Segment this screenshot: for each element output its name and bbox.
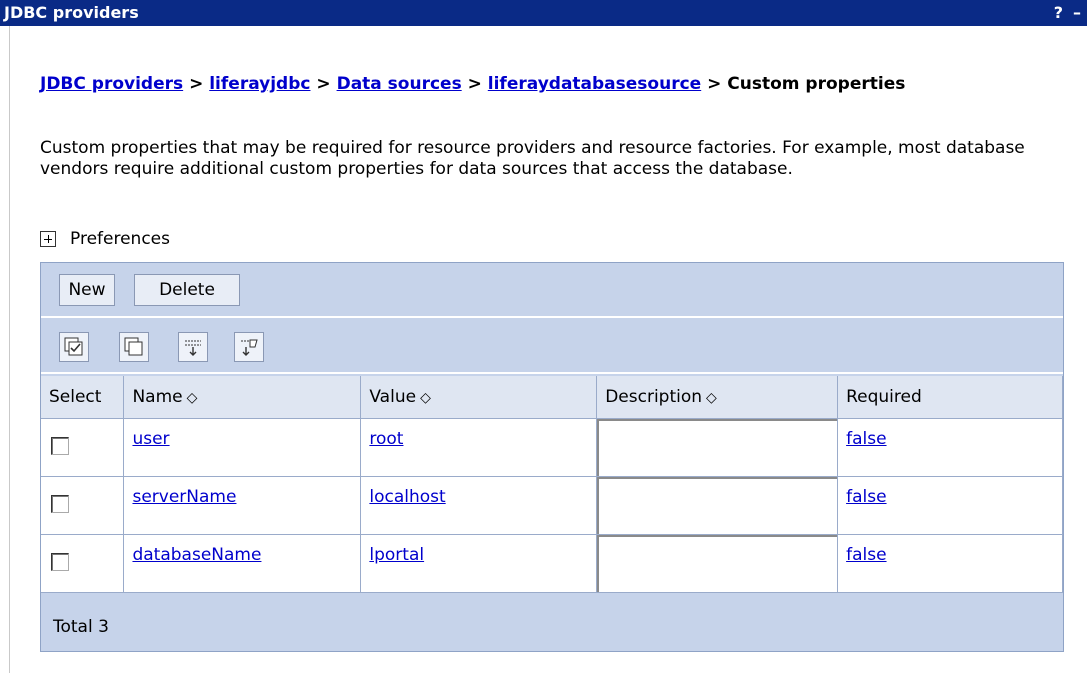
breadcrumb-separator: > xyxy=(316,74,331,94)
page-description: Custom properties that may be required f… xyxy=(40,138,1025,179)
column-header-value-label: Value xyxy=(369,386,417,407)
column-header-select-label: Select xyxy=(49,386,102,407)
breadcrumb-link-liferayjdbc[interactable]: liferayjdbc xyxy=(209,74,310,94)
name-cell: user xyxy=(123,418,362,477)
deselect-all-icon[interactable] xyxy=(119,332,149,362)
icon-toolbar xyxy=(41,320,1063,374)
new-button[interactable]: New xyxy=(59,274,115,306)
clear-filter-icon[interactable] xyxy=(234,332,264,362)
properties-table: Select Name ◇ Value ◇ Description ◇ Require… xyxy=(41,376,1063,593)
breadcrumb-separator: > xyxy=(467,74,482,94)
preferences-label: Preferences xyxy=(70,229,170,249)
sort-icon[interactable]: ◇ xyxy=(420,390,431,406)
property-name-link[interactable]: serverName xyxy=(132,487,236,507)
delete-button[interactable]: Delete xyxy=(134,274,240,306)
sort-icon[interactable]: ◇ xyxy=(706,390,717,406)
column-header-name-label: Name xyxy=(132,386,183,407)
property-value-link[interactable]: localhost xyxy=(369,487,445,507)
help-icon[interactable]: ? xyxy=(1054,0,1063,26)
column-header-required-label: Required xyxy=(846,386,922,407)
select-cell xyxy=(41,476,125,535)
property-required-link[interactable]: false xyxy=(846,487,886,507)
window-title: JDBC providers xyxy=(4,3,139,22)
left-divider xyxy=(9,26,10,673)
property-value-link[interactable]: lportal xyxy=(369,545,424,565)
sort-icon[interactable]: ◇ xyxy=(187,390,198,406)
column-header-required: Required xyxy=(837,376,1063,419)
column-header-description[interactable]: Description ◇ xyxy=(596,376,839,419)
column-header-select: Select xyxy=(41,376,125,419)
value-cell: lportal xyxy=(360,534,598,593)
row-checkbox[interactable] xyxy=(51,552,69,571)
select-cell xyxy=(41,534,125,593)
table-row: user root false xyxy=(41,418,1063,477)
description-cell xyxy=(596,534,839,593)
minimize-icon[interactable]: – xyxy=(1073,0,1081,26)
breadcrumb-separator: > xyxy=(707,74,722,94)
table-total: Total 3 xyxy=(53,617,109,637)
row-checkbox[interactable] xyxy=(51,494,69,513)
select-cell xyxy=(41,418,125,477)
row-checkbox[interactable] xyxy=(51,436,69,455)
button-toolbar: New Delete xyxy=(41,263,1063,318)
column-header-value[interactable]: Value ◇ xyxy=(360,376,598,419)
property-name-link[interactable]: databaseName xyxy=(132,545,261,565)
portlet-titlebar: JDBC providers ? – xyxy=(0,0,1087,26)
breadcrumb-link-data-sources[interactable]: Data sources xyxy=(337,74,462,94)
name-cell: serverName xyxy=(123,476,362,535)
property-value-link[interactable]: root xyxy=(369,429,403,449)
preferences-toggle[interactable]: Preferences xyxy=(40,228,170,250)
required-cell: false xyxy=(837,476,1063,535)
breadcrumb-link-liferaydatabasesource[interactable]: liferaydatabasesource xyxy=(488,74,701,94)
property-name-link[interactable]: user xyxy=(132,429,169,449)
value-cell: root xyxy=(360,418,598,477)
column-header-name[interactable]: Name ◇ xyxy=(123,376,362,419)
value-cell: localhost xyxy=(360,476,598,535)
breadcrumb: JDBC providers > liferayjdbc > Data sour… xyxy=(40,74,1060,95)
table-row: serverName localhost false xyxy=(41,476,1063,535)
description-cell xyxy=(596,476,839,535)
show-filter-icon[interactable] xyxy=(178,332,208,362)
select-all-icon[interactable] xyxy=(59,332,89,362)
breadcrumb-current: Custom properties xyxy=(727,74,906,94)
window-controls: ? – xyxy=(1054,0,1081,26)
breadcrumb-separator: > xyxy=(189,74,204,94)
required-cell: false xyxy=(837,418,1063,477)
name-cell: databaseName xyxy=(123,534,362,593)
required-cell: false xyxy=(837,534,1063,593)
custom-properties-panel: New Delete Select Name ◇ Value ◇ Descripti… xyxy=(40,262,1064,652)
description-cell xyxy=(596,418,839,477)
property-required-link[interactable]: false xyxy=(846,545,886,565)
column-header-description-label: Description xyxy=(605,386,703,407)
expand-plus-icon[interactable] xyxy=(40,231,56,247)
table-header-row: Select Name ◇ Value ◇ Description ◇ Require… xyxy=(41,376,1063,419)
property-required-link[interactable]: false xyxy=(846,429,886,449)
table-row: databaseName lportal false xyxy=(41,534,1063,593)
breadcrumb-link-jdbc-providers[interactable]: JDBC providers xyxy=(40,74,183,94)
